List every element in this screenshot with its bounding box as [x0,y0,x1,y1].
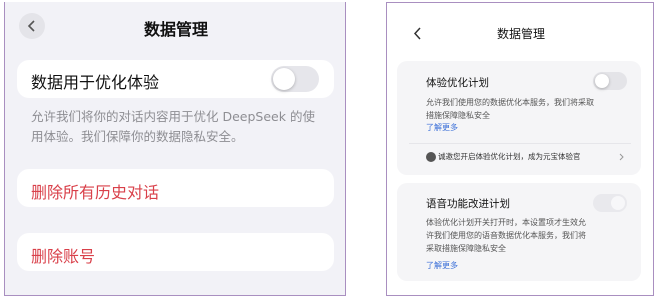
plan-description: 允许我们使用您的数据优化本服务，我们将采取措施保障隐私安全 [426,98,594,120]
voice-description: 体验优化计划开关打开时，本设置项才生效允许我们使用您的语音数据优化本服务，我们将… [426,218,586,253]
chevron-right-icon [619,153,624,161]
delete-history-label: 删除所有历史对话 [31,183,160,202]
toggle-knob [595,74,609,88]
page-title: 数据管理 [143,20,208,39]
toggle-description: 允许我们将你的对话内容用于优化 DeepSeek 的使用体验。我们保障你的数据隐… [31,109,315,144]
toggle-knob [273,68,295,90]
left-screen: 数据管理 数据用于优化体验 允许我们将你的对话内容用于优化 DeepSeek 的… [4,2,346,296]
delete-account-row[interactable]: 删除账号 [17,233,334,271]
voice-plan-card: 语音功能改进计划 体验优化计划开关打开时，本设置项才生效允许我们使用您的语音数据… [397,183,641,281]
voice-learn-more-link[interactable]: 了解更多 [426,260,458,271]
invite-text: 诚邀您开启体验优化计划，成为元宝体验官 [438,152,581,161]
invite-row[interactable]: 诚邀您开启体验优化计划，成为元宝体验官 [426,151,626,165]
toggle-label: 数据用于优化体验 [31,73,160,92]
delete-account-label: 删除账号 [31,247,96,266]
toggle-knob [611,196,625,210]
experience-plan-card: 体验优化计划 允许我们使用您的数据优化本服务，我们将采取措施保障隐私安全 了解更… [397,61,641,175]
right-screen: 数据管理 体验优化计划 允许我们使用您的数据优化本服务，我们将采取措施保障隐私安… [386,2,654,296]
voice-toggle[interactable] [593,194,627,212]
plan-learn-more-link[interactable]: 了解更多 [426,122,458,133]
voice-title: 语音功能改进计划 [426,198,510,210]
plan-toggle[interactable] [593,72,627,90]
info-icon [426,152,436,162]
delete-history-row[interactable]: 删除所有历史对话 [17,169,334,207]
optimize-toggle[interactable] [271,66,319,92]
plan-title: 体验优化计划 [426,77,489,89]
optimize-toggle-row: 数据用于优化体验 [17,60,334,98]
page-title: 数据管理 [496,27,545,41]
divider [409,143,631,144]
